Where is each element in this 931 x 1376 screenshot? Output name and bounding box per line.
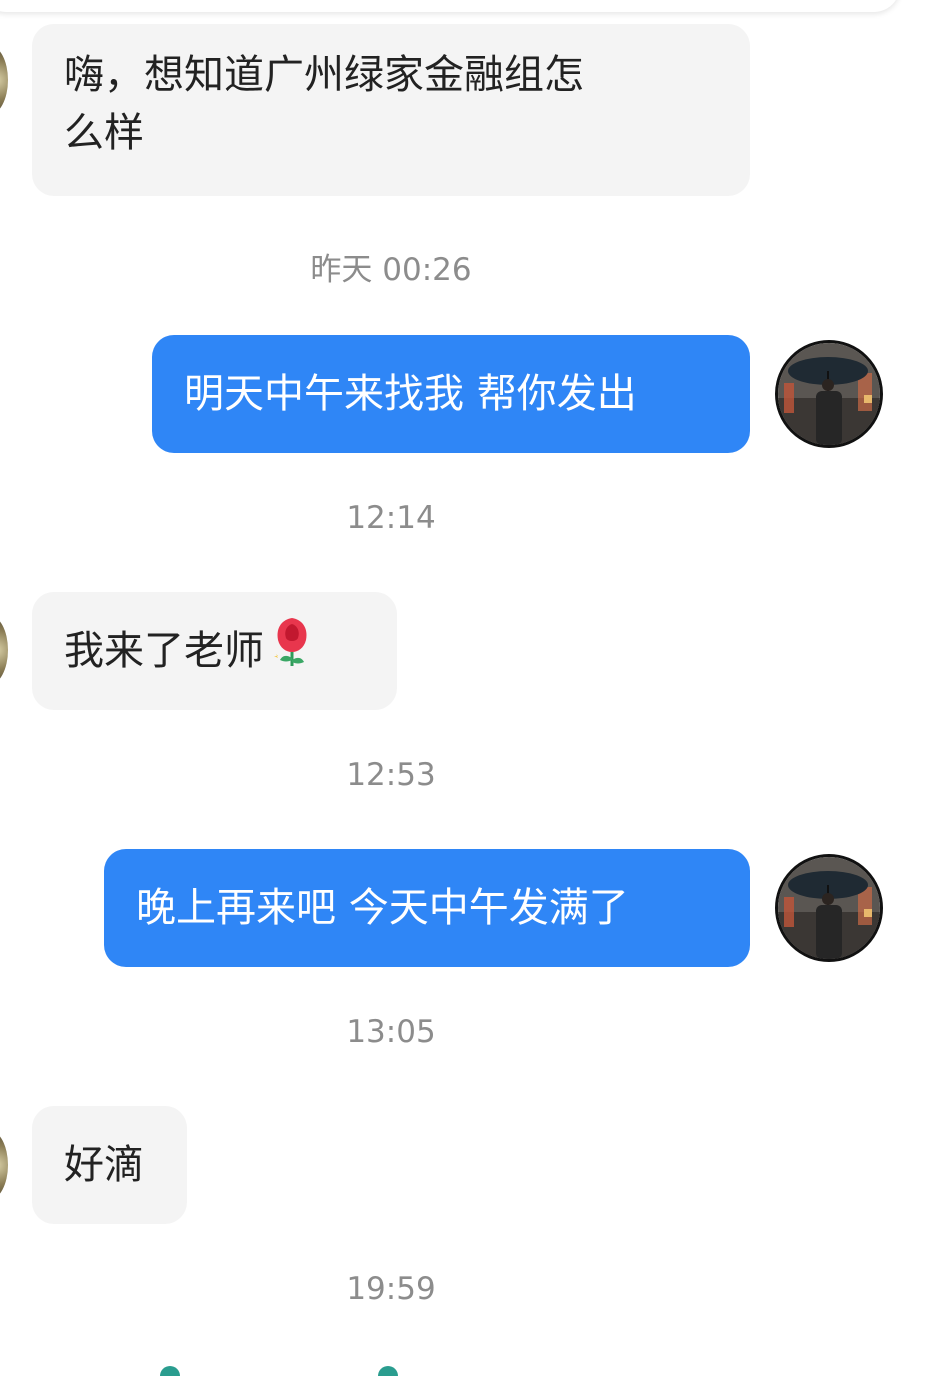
timestamp: 12:53 <box>346 757 436 793</box>
message-text: 晚上再来吧 今天中午发满了 <box>136 885 629 931</box>
timestamp: 12:14 <box>346 500 436 536</box>
top-input-card <box>0 0 900 12</box>
message-text: 明天中午来找我 帮你发出 <box>184 371 637 417</box>
next-message-peek <box>160 1366 180 1376</box>
message-text-line: 么样 <box>64 110 144 156</box>
rose-emoji-icon <box>270 614 314 692</box>
contact-avatar[interactable] <box>0 45 8 115</box>
avatar-image <box>778 857 880 959</box>
contact-avatar[interactable] <box>0 615 8 685</box>
incoming-message-bubble[interactable]: 好滴 <box>32 1106 187 1224</box>
incoming-message-bubble[interactable]: 嗨，想知道广州绿家金融组怎 么样 <box>32 24 750 196</box>
outgoing-message-bubble[interactable]: 晚上再来吧 今天中午发满了 <box>104 849 750 967</box>
timestamp: 昨天 00:26 <box>310 252 472 288</box>
outgoing-message-bubble[interactable]: 明天中午来找我 帮你发出 <box>152 335 750 453</box>
man-with-umbrella-avatar[interactable] <box>775 854 883 962</box>
man-with-umbrella-avatar[interactable] <box>775 340 883 448</box>
contact-avatar[interactable] <box>0 1130 8 1200</box>
message-text-line: 嗨，想知道广州绿家金融组怎 <box>64 52 584 98</box>
next-message-peek <box>378 1366 398 1376</box>
message-text: 好滴 <box>64 1142 144 1188</box>
timestamp: 13:05 <box>346 1014 436 1050</box>
avatar-image <box>778 343 880 445</box>
incoming-message-bubble[interactable]: 我来了老师 <box>32 592 397 710</box>
timestamp: 19:59 <box>346 1271 436 1307</box>
message-text: 我来了老师 <box>64 628 264 674</box>
